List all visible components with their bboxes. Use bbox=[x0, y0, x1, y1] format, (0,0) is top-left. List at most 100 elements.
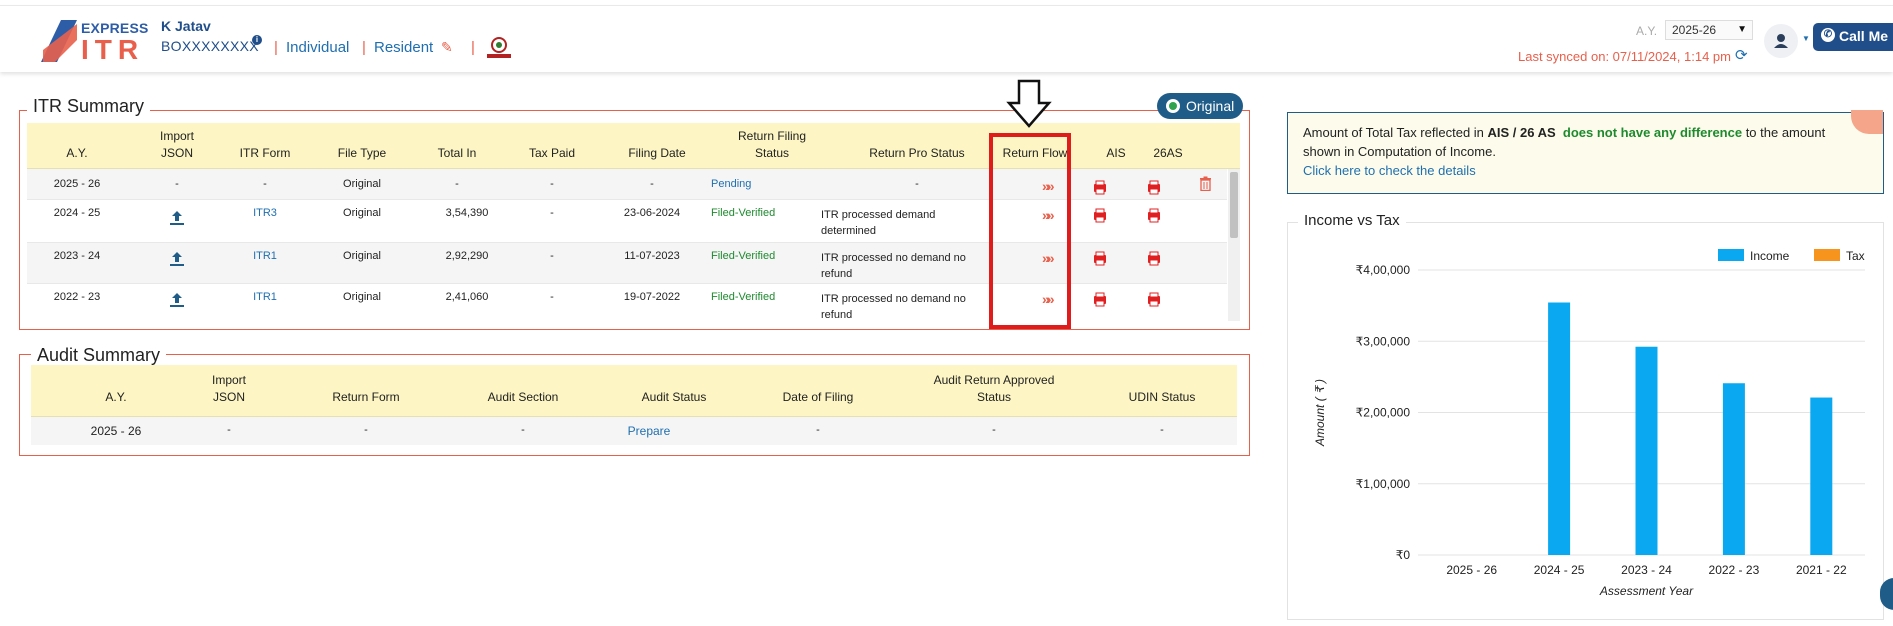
down-arrow-annotation-icon bbox=[1006, 79, 1052, 128]
y-tick-label: ₹1,00,000 bbox=[1356, 477, 1411, 491]
income-tax-emblem-icon[interactable] bbox=[484, 36, 514, 60]
cell-status-filed: Filed-Verified bbox=[711, 250, 776, 262]
col-ay: A.Y. bbox=[105, 390, 127, 404]
income-bar bbox=[1635, 346, 1658, 555]
sync-icon[interactable]: ⟳ bbox=[1735, 46, 1748, 64]
logo-text-main: ITR bbox=[81, 34, 145, 65]
income-bar bbox=[1548, 302, 1571, 555]
x-tick-label: 2025 - 26 bbox=[1446, 563, 1497, 577]
cell-file-type: Original bbox=[343, 250, 381, 262]
table-scrollbar[interactable] bbox=[1228, 169, 1240, 321]
cell-filing-date: 11-07-2023 bbox=[624, 250, 680, 262]
logo-mark-icon bbox=[41, 20, 77, 62]
cell-ay: 2022 - 23 bbox=[53, 291, 101, 303]
cell-status-pending[interactable]: Pending bbox=[711, 178, 831, 190]
col-import-json: Import JSON bbox=[211, 373, 246, 404]
x-tick-label: 2021 - 22 bbox=[1796, 563, 1847, 577]
ais-pdf-icon[interactable] bbox=[1092, 250, 1108, 266]
col-audit-section: Audit Section bbox=[487, 390, 559, 404]
y-axis-label: Amount ( ₹ ) bbox=[1313, 379, 1327, 447]
cell-ay: 2025 - 26 bbox=[90, 424, 142, 438]
ay-select[interactable]: 2025-26 ▼ bbox=[1665, 20, 1753, 40]
app-header: EXPRESS ITR K Jatav BOXXXXXXXX i | Indiv… bbox=[0, 6, 1893, 72]
col-filing-date: Filing Date bbox=[628, 146, 686, 160]
cell-filing-date: 19-07-2022 bbox=[623, 291, 681, 303]
cell-approved-status: - bbox=[992, 424, 996, 436]
x-tick-label: 2023 - 24 bbox=[1621, 563, 1672, 577]
user-avatar[interactable] bbox=[1764, 24, 1798, 58]
cell-pro-status: ITR processed no demand no refund bbox=[821, 252, 966, 280]
cell-total-in: - bbox=[455, 178, 459, 190]
col-date-of-filing: Date of Filing bbox=[782, 390, 854, 404]
upload-json-icon[interactable] bbox=[168, 250, 186, 268]
cell-status-filed: Filed-Verified bbox=[711, 207, 776, 219]
person-icon bbox=[1774, 34, 1788, 48]
legend-label: Tax bbox=[1846, 249, 1865, 263]
cell-tax-paid: - bbox=[550, 178, 554, 190]
x-tick-label: 2024 - 25 bbox=[1534, 563, 1585, 577]
col-return-form: Return Form bbox=[332, 390, 400, 404]
ais-pdf-icon[interactable] bbox=[1092, 207, 1108, 223]
income-bar bbox=[1810, 397, 1833, 555]
chart-title: Income vs Tax bbox=[1298, 212, 1406, 229]
last-synced-text: Last synced on: 07/11/2024, 1:14 pm bbox=[1518, 49, 1731, 64]
info-icon[interactable]: i bbox=[252, 35, 262, 45]
prepare-link[interactable]: Prepare bbox=[579, 424, 719, 438]
scrollbar-thumb[interactable] bbox=[1230, 172, 1238, 238]
cell-file-type: Original bbox=[343, 207, 381, 219]
avatar-caret-icon[interactable]: ▼ bbox=[1802, 34, 1810, 43]
col-return-filing-status: Return Filing Status bbox=[737, 129, 807, 160]
user-name: K Jatav bbox=[161, 18, 211, 34]
ais-pdf-icon[interactable] bbox=[1092, 291, 1108, 307]
cell-ay: 2024 - 25 bbox=[53, 207, 101, 219]
26as-pdf-icon[interactable] bbox=[1146, 250, 1162, 266]
cell-tax-paid: - bbox=[550, 291, 554, 303]
cell-filing-date: 23-06-2024 bbox=[623, 207, 681, 219]
col-ay: A.Y. bbox=[66, 146, 88, 160]
ay-selected-value: 2025-26 bbox=[1672, 23, 1717, 37]
cell-file-type: Original bbox=[343, 291, 381, 303]
notice-line-1: Amount of Total Tax reflected in AIS / 2… bbox=[1303, 125, 1826, 140]
cell-pro-status: ITR processed demand determined bbox=[821, 209, 936, 237]
express-itr-logo[interactable]: EXPRESS ITR bbox=[41, 18, 153, 65]
separator: | bbox=[362, 39, 366, 56]
cell-status-filed: Filed-Verified bbox=[711, 291, 776, 303]
legend-swatch bbox=[1718, 249, 1744, 261]
edit-pencil-icon[interactable]: ✎ bbox=[441, 39, 453, 56]
y-tick-label: ₹2,00,000 bbox=[1356, 406, 1411, 420]
tax-difference-notice: Amount of Total Tax reflected in AIS / 2… bbox=[1287, 112, 1884, 194]
col-itr-form: ITR Form bbox=[239, 146, 291, 160]
cell-itr-form[interactable]: ITR1 bbox=[225, 250, 305, 262]
26as-pdf-icon[interactable] bbox=[1146, 179, 1162, 195]
cell-import: - bbox=[227, 424, 231, 436]
delete-trash-icon[interactable] bbox=[1199, 176, 1212, 191]
26as-pdf-icon[interactable] bbox=[1146, 291, 1162, 307]
x-axis-label: Assessment Year bbox=[1599, 584, 1694, 598]
ais-pdf-icon[interactable] bbox=[1092, 179, 1108, 195]
cell-total-in: 2,92,290 bbox=[445, 250, 489, 262]
ay-label: A.Y. bbox=[1636, 24, 1658, 38]
col-udin-status: UDIN Status bbox=[1128, 390, 1196, 404]
col-audit-status: Audit Status bbox=[641, 390, 707, 404]
toggle-icon bbox=[1166, 99, 1180, 113]
legend-swatch bbox=[1814, 249, 1840, 261]
cell-pro-status: - bbox=[915, 178, 919, 190]
status-individual: Individual bbox=[286, 39, 350, 56]
26as-pdf-icon[interactable] bbox=[1146, 207, 1162, 223]
table-row[interactable]: 2025 - 26 - - - Prepare - - - bbox=[31, 417, 1237, 445]
cell-pro-status: ITR processed no demand no refund bbox=[821, 293, 966, 321]
return-flow-highlight-box bbox=[989, 133, 1071, 329]
upload-json-icon[interactable] bbox=[168, 209, 186, 227]
x-tick-label: 2022 - 23 bbox=[1709, 563, 1760, 577]
cell-file-type: Original bbox=[343, 178, 381, 190]
original-badge[interactable]: Original bbox=[1157, 93, 1243, 119]
col-26as: 26AS bbox=[1153, 146, 1183, 160]
cell-itr-form[interactable]: ITR1 bbox=[225, 291, 305, 303]
upload-json-icon[interactable] bbox=[168, 291, 186, 309]
separator: | bbox=[274, 39, 278, 56]
cell-tax-paid: - bbox=[550, 250, 554, 262]
col-import-json: Import JSON bbox=[159, 129, 194, 160]
check-details-link[interactable]: Click here to check the details bbox=[1303, 163, 1476, 178]
cell-itr-form[interactable]: ITR3 bbox=[225, 207, 305, 219]
call-me-button[interactable]: ✆ Call Me bbox=[1813, 23, 1893, 51]
